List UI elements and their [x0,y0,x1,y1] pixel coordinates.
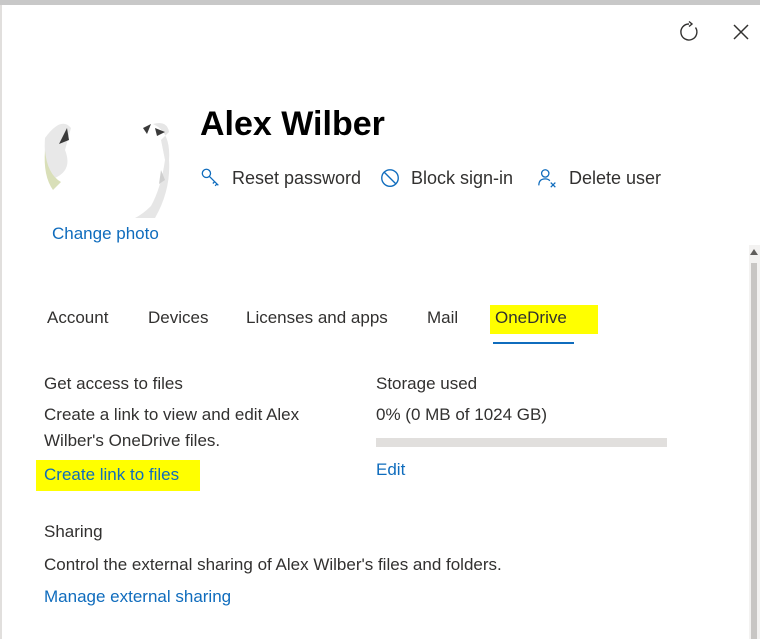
panel-left-edge [0,5,2,639]
tab-mail[interactable]: Mail [427,308,458,328]
key-icon [201,168,219,187]
avatar [43,110,171,218]
storage-section-title: Storage used [376,374,478,393]
delete-user-button[interactable]: Delete user [537,167,661,189]
user-name-heading: Alex Wilber [200,105,385,143]
tab-licenses-and-apps[interactable]: Licenses and apps [246,308,388,328]
files-description-line1: Create a link to view and edit Alex [44,405,300,424]
change-photo-link[interactable]: Change photo [52,224,159,244]
files-section-title: Get access to files [44,374,183,393]
delete-user-label: Delete user [569,167,662,188]
sharing-description: Control the external sharing of Alex Wil… [44,555,502,574]
tab-account[interactable]: Account [47,308,108,328]
block-sign-in-button[interactable]: Block sign-in [379,167,513,189]
window-top-border [0,0,760,5]
files-description: Create a link to view and edit Alex Wilb… [44,402,344,454]
tab-devices[interactable]: Devices [148,308,208,328]
create-link-to-files-link[interactable]: Create link to files [44,465,179,485]
block-icon [381,169,399,187]
storage-progress-bar [376,438,667,447]
close-icon[interactable] [729,20,753,44]
selected-tab-indicator [493,342,574,344]
scrollbar[interactable] [749,245,760,639]
reset-password-label: Reset password [232,167,362,188]
block-sign-in-label: Block sign-in [411,167,514,188]
manage-external-sharing-link[interactable]: Manage external sharing [44,587,231,607]
sharing-section-title: Sharing [44,522,103,541]
refresh-icon[interactable] [677,20,701,44]
storage-value: 0% (0 MB of 1024 GB) [376,405,548,424]
edit-storage-link[interactable]: Edit [376,460,405,480]
delete-user-icon [538,169,556,188]
files-description-line2: Wilber's OneDrive files. [44,431,221,450]
scrollbar-thumb[interactable] [751,263,757,639]
reset-password-button[interactable]: Reset password [200,167,361,189]
scroll-up-arrow-icon[interactable] [750,249,758,255]
tab-onedrive[interactable]: OneDrive [495,308,567,328]
